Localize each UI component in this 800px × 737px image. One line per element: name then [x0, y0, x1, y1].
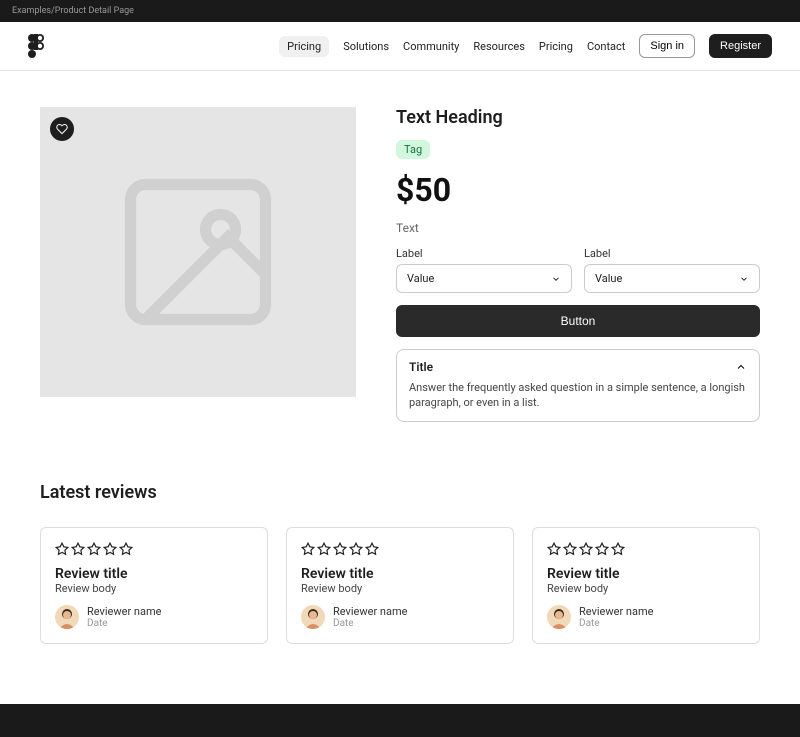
- nav-pricing[interactable]: Pricing: [279, 36, 329, 57]
- review-title: Review title: [55, 566, 253, 582]
- product-heading: Text Heading: [396, 107, 760, 128]
- header: Pricing Solutions Community Resources Pr…: [0, 22, 800, 71]
- select-label-2: Label: [584, 247, 760, 260]
- star-icon: [119, 542, 133, 556]
- reviewer-name: Reviewer name: [579, 605, 653, 618]
- nav-resources[interactable]: Resources: [473, 40, 525, 53]
- star-icon: [301, 542, 315, 556]
- accordion: Title Answer the frequently asked questi…: [396, 349, 760, 422]
- primary-button[interactable]: Button: [396, 305, 760, 337]
- select-2[interactable]: Value: [584, 264, 760, 293]
- star-icon: [611, 542, 625, 556]
- star-icon: [333, 542, 347, 556]
- product-description: Text: [396, 221, 760, 235]
- register-button[interactable]: Register: [709, 34, 772, 58]
- chevron-down-icon: [739, 274, 749, 284]
- select-value-2: Value: [595, 272, 622, 285]
- reviewer-date: Date: [333, 618, 407, 629]
- product-price: $50: [396, 171, 760, 209]
- nav: Pricing Solutions Community Resources Pr…: [279, 34, 772, 58]
- nav-community[interactable]: Community: [403, 40, 459, 53]
- star-icon: [55, 542, 69, 556]
- nav-contact[interactable]: Contact: [587, 40, 625, 53]
- reviewer-name: Reviewer name: [87, 605, 161, 618]
- breadcrumb: Examples/Product Detail Page: [0, 0, 800, 22]
- avatar: [547, 605, 571, 629]
- product-tag: Tag: [396, 140, 430, 159]
- select-value-1: Value: [407, 272, 434, 285]
- signin-button[interactable]: Sign in: [639, 34, 695, 58]
- image-placeholder-icon: [108, 162, 288, 342]
- reviewer: Reviewer name Date: [301, 605, 499, 629]
- nav-pricing-2[interactable]: Pricing: [539, 40, 573, 53]
- star-icon: [349, 542, 363, 556]
- review-card: Review title Review body Reviewer name D…: [40, 527, 268, 644]
- star-icon: [595, 542, 609, 556]
- review-body: Review body: [301, 582, 499, 595]
- reviewer: Reviewer name Date: [55, 605, 253, 629]
- review-body: Review body: [55, 582, 253, 595]
- chevron-down-icon: [551, 274, 561, 284]
- chevron-up-icon: [735, 361, 747, 373]
- star-icon: [547, 542, 561, 556]
- select-label-1: Label: [396, 247, 572, 260]
- nav-solutions[interactable]: Solutions: [343, 40, 389, 53]
- avatar: [301, 605, 325, 629]
- reviewer: Reviewer name Date: [547, 605, 745, 629]
- heart-icon: [56, 123, 68, 135]
- star-icon: [103, 542, 117, 556]
- review-card: Review title Review body Reviewer name D…: [532, 527, 760, 644]
- star-icon: [71, 542, 85, 556]
- accordion-body: Answer the frequently asked question in …: [409, 380, 747, 411]
- figma-logo-icon: [28, 34, 44, 58]
- review-title: Review title: [547, 566, 745, 582]
- star-icon: [579, 542, 593, 556]
- avatar: [55, 605, 79, 629]
- review-card: Review title Review body Reviewer name D…: [286, 527, 514, 644]
- accordion-title: Title: [409, 360, 433, 374]
- reviewer-date: Date: [579, 618, 653, 629]
- favorite-button[interactable]: [50, 117, 74, 141]
- select-1[interactable]: Value: [396, 264, 572, 293]
- review-title: Review title: [301, 566, 499, 582]
- accordion-header[interactable]: Title: [409, 360, 747, 374]
- star-rating: [55, 542, 253, 556]
- reviewer-date: Date: [87, 618, 161, 629]
- star-icon: [317, 542, 331, 556]
- star-icon: [365, 542, 379, 556]
- reviewer-name: Reviewer name: [333, 605, 407, 618]
- product-image: [40, 107, 356, 397]
- star-icon: [563, 542, 577, 556]
- star-icon: [87, 542, 101, 556]
- star-rating: [301, 542, 499, 556]
- review-body: Review body: [547, 582, 745, 595]
- star-rating: [547, 542, 745, 556]
- reviews-heading: Latest reviews: [40, 482, 760, 503]
